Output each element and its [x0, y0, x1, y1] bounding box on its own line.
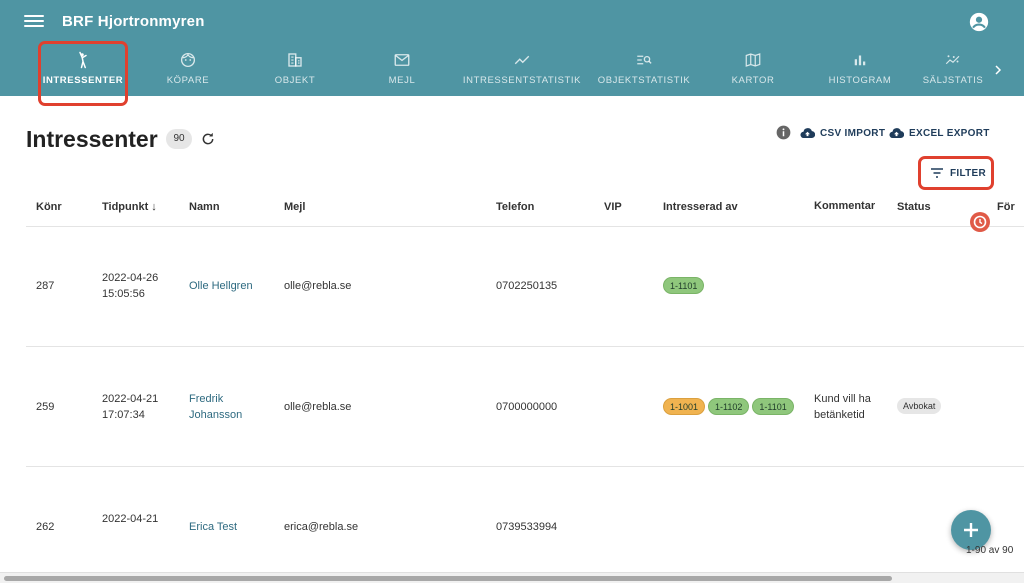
- cloud-upload-icon: [889, 128, 904, 139]
- data-table: Könr Tidpunkt ↓ Namn Mejl Telefon VIP In…: [26, 188, 1024, 572]
- cell-konr: 259: [36, 401, 55, 413]
- cell-konr: 262: [36, 521, 55, 533]
- csv-import-label: CSV IMPORT: [820, 127, 886, 139]
- app-bar: BRF Hjortronmyren INTRESSENTER KÖPARE OB…: [0, 0, 1024, 96]
- column-header-namn[interactable]: Namn: [189, 201, 220, 213]
- cell-status: Avbokat: [897, 398, 942, 414]
- cell-konr: 287: [36, 280, 55, 292]
- tab-label: HISTOGRAM: [828, 75, 892, 86]
- cloud-upload-icon: [800, 128, 815, 139]
- column-header-extra[interactable]: För: [997, 201, 1015, 213]
- pagination-text: 1-90 av 90: [966, 545, 1014, 556]
- info-icon[interactable]: [776, 125, 791, 140]
- cell-phone: 0702250135: [496, 280, 558, 292]
- cell-time: 15:05:56: [102, 288, 145, 300]
- interest-chip[interactable]: 1-1101: [663, 277, 705, 294]
- chevron-right-icon[interactable]: [990, 62, 1006, 78]
- bar-chart-icon: [854, 55, 866, 66]
- plus-icon: [964, 523, 978, 537]
- add-button[interactable]: [951, 510, 991, 550]
- column-header-mejl[interactable]: Mejl: [284, 201, 305, 213]
- interest-chip[interactable]: 1-1101: [752, 398, 794, 415]
- trend-line-icon: [514, 55, 530, 65]
- column-header-konr[interactable]: Könr: [36, 201, 62, 213]
- column-header-vip[interactable]: VIP: [604, 201, 622, 213]
- interest-chip[interactable]: 1-1102: [708, 398, 750, 415]
- account-icon[interactable]: [968, 11, 990, 33]
- tab-mejl[interactable]: MEJL: [357, 42, 447, 96]
- tab-label: KÖPARE: [166, 75, 210, 86]
- highlight-box-tab: [38, 41, 128, 106]
- tab-label: SÄLJSTATIS: [922, 75, 984, 86]
- table-row[interactable]: 262 2022-04-21 Erica Test erica@rebla.se…: [26, 467, 1024, 572]
- cell-interest-chips: 1-1001 1-1102 1-1101: [663, 398, 797, 415]
- count-badge: 90: [166, 129, 192, 149]
- cell-date: 2022-04-21: [102, 393, 159, 405]
- cell-name-link[interactable]: Olle Hellgren: [189, 278, 253, 294]
- cell-email: olle@rebla.se: [284, 280, 352, 292]
- cell-date: 2022-04-21: [102, 513, 159, 525]
- cell-comment: Kund vill ha: [814, 393, 871, 405]
- filter-button[interactable]: FILTER: [931, 166, 986, 180]
- table-row[interactable]: 287 2022-04-26 15:05:56 Olle Hellgren ol…: [26, 227, 1024, 347]
- tab-label: INTRESSENTSTATISTIK: [462, 75, 582, 86]
- column-header-telefon[interactable]: Telefon: [496, 201, 534, 213]
- scatter-icon: [945, 55, 960, 65]
- tab-histogram[interactable]: HISTOGRAM: [815, 42, 905, 96]
- cell-interest-chips: 1-1101: [663, 277, 707, 294]
- scrollbar-thumb[interactable]: [4, 576, 892, 581]
- building-icon: [288, 53, 302, 67]
- column-header-tidpunkt[interactable]: Tidpunkt ↓: [102, 201, 157, 213]
- tab-objekt[interactable]: OBJEKT: [250, 42, 340, 96]
- tab-objektstatistik[interactable]: OBJEKTSTATISTIK: [596, 42, 692, 96]
- menu-icon[interactable]: [24, 12, 44, 32]
- table-row[interactable]: 259 2022-04-21 17:07:34 Fredrik Johansso…: [26, 347, 1024, 467]
- tab-kartor[interactable]: KARTOR: [708, 42, 798, 96]
- page-title: Intressenter: [26, 126, 158, 152]
- cell-phone: 0700000000: [496, 401, 558, 413]
- excel-export-label: EXCEL EXPORT: [909, 127, 990, 139]
- tab-label: KARTOR: [731, 75, 775, 86]
- tab-label: MEJL: [388, 75, 416, 86]
- face-icon: [180, 52, 196, 68]
- cell-name-link[interactable]: Erica Test: [189, 519, 237, 535]
- tab-label: OBJEKT: [274, 75, 316, 86]
- map-icon: [745, 53, 761, 67]
- cell-comment-line2: betänketid: [814, 409, 865, 421]
- cell-email: erica@rebla.se: [284, 521, 359, 533]
- tab-kopare[interactable]: KÖPARE: [143, 42, 233, 96]
- filter-label: FILTER: [950, 167, 987, 179]
- list-search-icon: [637, 55, 652, 65]
- tab-intressentstatistik[interactable]: INTRESSENTSTATISTIK: [462, 42, 582, 96]
- cell-name-link[interactable]: Fredrik: [189, 391, 223, 407]
- cell-email: olle@rebla.se: [284, 401, 352, 413]
- status-badge: Avbokat: [897, 398, 942, 414]
- column-header-intresserad[interactable]: Intresserad av: [663, 201, 738, 213]
- horizontal-scrollbar[interactable]: [0, 572, 1024, 583]
- mail-icon: [394, 54, 410, 66]
- refresh-icon[interactable]: [200, 131, 216, 147]
- interest-chip[interactable]: 1-1001: [663, 398, 706, 415]
- column-header-status[interactable]: Status: [897, 201, 931, 213]
- nav-tabs: INTRESSENTER KÖPARE OBJEKT MEJL INTRESSE…: [0, 42, 1024, 96]
- alarm-icon[interactable]: [970, 212, 990, 232]
- filter-icon: [931, 168, 943, 178]
- cell-phone: 0739533994: [496, 521, 558, 533]
- column-header-kommentar[interactable]: Kommentar: [814, 200, 875, 212]
- cell-name-link-line2[interactable]: Johansson: [189, 407, 242, 423]
- csv-import-button[interactable]: CSV IMPORT: [800, 126, 885, 140]
- tab-label: OBJEKTSTATISTIK: [597, 75, 691, 86]
- cell-time: 17:07:34: [102, 409, 145, 421]
- excel-export-button[interactable]: EXCEL EXPORT: [889, 126, 990, 140]
- cell-date: 2022-04-26: [102, 272, 159, 284]
- tab-saljstatistik[interactable]: SÄLJSTATIS: [920, 42, 986, 96]
- app-title: BRF Hjortronmyren: [62, 13, 205, 30]
